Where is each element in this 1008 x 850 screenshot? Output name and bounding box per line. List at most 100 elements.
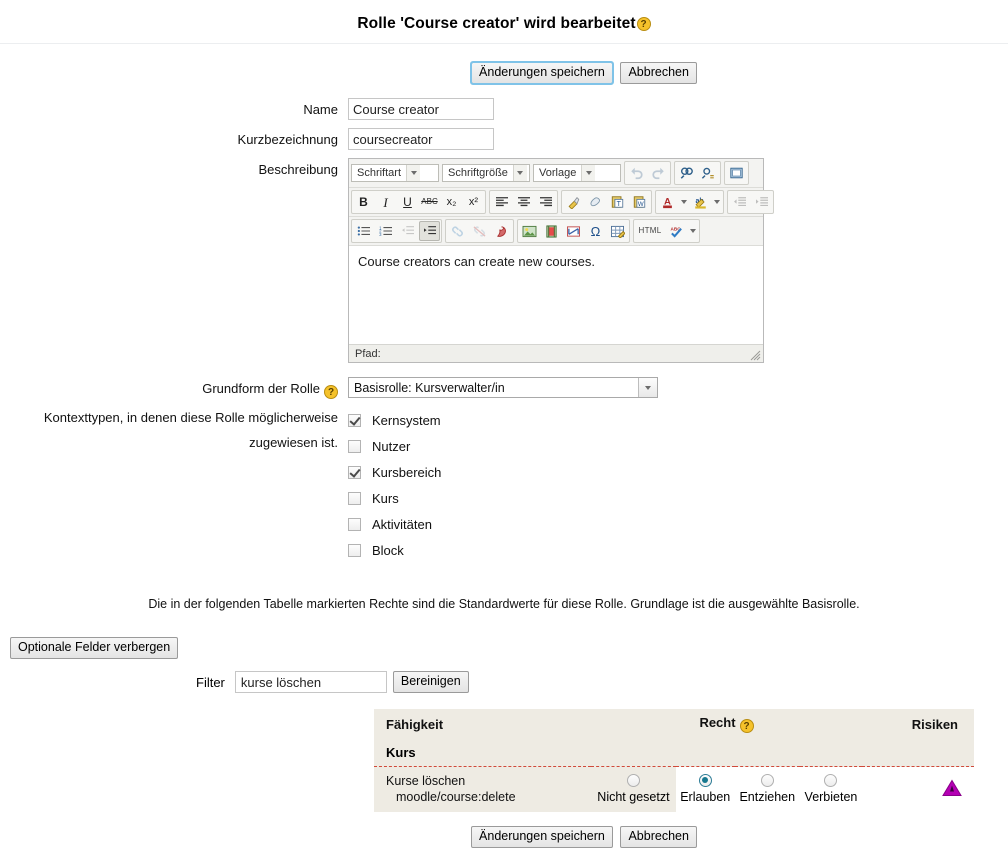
capability-name: Kurse löschen <box>386 774 466 788</box>
context-checkbox-row[interactable]: Kernsystem <box>348 407 1008 433</box>
page-header: Rolle 'Course creator' wird bearbeitet? <box>0 0 1008 44</box>
cancel-button-bottom[interactable]: Abbrechen <box>620 826 697 848</box>
cleanup-icon[interactable] <box>563 192 584 212</box>
format-select[interactable]: Vorlage <box>533 164 621 182</box>
remove-format-icon[interactable] <box>585 192 606 212</box>
shortname-label: Kurzbezeichnung <box>237 132 338 147</box>
form-row-name: Name <box>0 98 1008 120</box>
permission-option-allow[interactable]: Erlauben <box>676 767 735 813</box>
radio-prevent[interactable] <box>760 773 774 787</box>
align-right-icon[interactable] <box>535 192 556 212</box>
resize-grip-icon[interactable] <box>749 349 761 361</box>
chevron-down-icon <box>512 165 527 181</box>
form-row-archetype: Grundform der Rolle? Basisrolle: Kursver… <box>0 377 1008 399</box>
fullscreen-icon[interactable] <box>726 163 747 183</box>
filter-input[interactable] <box>234 671 387 693</box>
subscript-icon[interactable]: x₂ <box>441 192 462 212</box>
checkbox-aktivitaeten[interactable] <box>348 517 361 531</box>
name-label: Name <box>303 102 338 117</box>
context-checkbox-row[interactable]: Kursbereich <box>348 459 1008 485</box>
highlight-color-icon[interactable]: ab <box>690 192 711 212</box>
checkbox-kursbereich[interactable] <box>348 465 361 479</box>
font-family-select[interactable]: Schriftart <box>351 164 439 182</box>
unlink-icon[interactable] <box>469 221 490 241</box>
italic-icon[interactable]: I <box>375 192 396 212</box>
context-checkbox-row[interactable]: Aktivitäten <box>348 511 1008 537</box>
filter-row: Filter Bereinigen <box>0 671 1008 693</box>
text-style-group: B I U ABC x₂ x² <box>351 190 486 214</box>
paste-text-icon[interactable]: T <box>607 192 628 212</box>
align-left-icon[interactable] <box>491 192 512 212</box>
media-icon[interactable] <box>541 221 562 241</box>
highlight-color-chevron-down-icon[interactable] <box>712 192 722 212</box>
save-changes-button-top[interactable]: Änderungen speichern <box>470 61 614 85</box>
archetype-select[interactable]: Basisrolle: Kursverwalter/in <box>348 377 658 398</box>
spellcheck-chevron-down-icon[interactable] <box>688 221 698 241</box>
font-size-select[interactable]: Schriftgröße <box>442 164 530 182</box>
radio-label-allow: Erlauben <box>680 789 731 804</box>
permission-option-not-set[interactable]: Nicht gesetzt <box>591 766 676 812</box>
name-input[interactable] <box>348 98 494 120</box>
outdent-list-icon[interactable] <box>397 221 418 241</box>
hide-optional-fields-button[interactable]: Optionale Felder verbergen <box>10 637 179 659</box>
radio-prohibit[interactable] <box>824 773 838 787</box>
indent-icon[interactable] <box>751 192 772 212</box>
contexts-label-line1: Kontexttypen, in denen diese Rolle mögli… <box>43 410 338 425</box>
radio-allow[interactable] <box>698 773 712 787</box>
role-form: Name Kurzbezeichnung Beschreibung Schrif… <box>0 98 1008 563</box>
image-icon[interactable] <box>519 221 540 241</box>
permission-help-icon[interactable]: ? <box>739 719 754 733</box>
font-color-icon[interactable]: A <box>657 192 678 212</box>
numbered-list-icon[interactable]: 123 <box>375 221 396 241</box>
editor-toolbar-row-1: Schriftart Schriftgröße Vorlage <box>349 159 763 188</box>
anchor-icon[interactable] <box>491 221 512 241</box>
form-row-contexts: Kontexttypen, in denen diese Rolle mögli… <box>0 407 1008 563</box>
align-center-icon[interactable] <box>513 192 534 212</box>
underline-icon[interactable]: U <box>397 192 418 212</box>
outdent-icon[interactable] <box>729 192 750 212</box>
color-group: A ab <box>655 190 724 214</box>
checkbox-nutzer[interactable] <box>348 439 361 453</box>
context-checkbox-row[interactable]: Kurs <box>348 485 1008 511</box>
omega-icon[interactable]: Ω <box>585 221 606 241</box>
context-checkbox-row[interactable]: Block <box>348 537 1008 563</box>
cancel-button-top[interactable]: Abbrechen <box>620 62 697 84</box>
redo-icon[interactable] <box>648 163 669 183</box>
checkbox-kurs[interactable] <box>348 491 361 505</box>
risk-warning-triangle-icon[interactable] <box>942 779 962 797</box>
bullet-list-icon[interactable] <box>353 221 374 241</box>
clear-filter-button[interactable]: Bereinigen <box>392 671 469 693</box>
superscript-icon[interactable]: x² <box>463 192 484 212</box>
table-icon[interactable] <box>607 221 628 241</box>
page-title-help-icon[interactable]: ? <box>636 17 651 31</box>
find-replace-icon[interactable] <box>698 163 719 183</box>
font-color-chevron-down-icon[interactable] <box>679 192 689 212</box>
shortname-input[interactable] <box>348 128 494 150</box>
archetype-help-icon[interactable]: ? <box>324 385 338 399</box>
save-changes-button-bottom[interactable]: Änderungen speichern <box>471 826 613 848</box>
paste-word-icon[interactable]: W <box>629 192 650 212</box>
bottom-button-bar: Änderungen speichern Abbrechen <box>0 826 1008 848</box>
column-header-capability: Fähigkeit <box>374 709 591 740</box>
html-source-icon[interactable]: HTML <box>635 221 665 241</box>
description-textarea[interactable]: Course creators can create new courses. <box>349 246 763 345</box>
link-icon[interactable] <box>447 221 468 241</box>
checkbox-block[interactable] <box>348 543 361 557</box>
context-checkbox-row[interactable]: Nutzer <box>348 433 1008 459</box>
search-icon[interactable] <box>676 163 697 183</box>
checkbox-kernsystem[interactable] <box>348 413 361 427</box>
nonbreaking-icon[interactable] <box>563 221 584 241</box>
history-button-group <box>624 161 671 185</box>
undo-icon[interactable] <box>626 163 647 183</box>
bold-icon[interactable]: B <box>353 192 374 212</box>
editor-path-bar: Pfad: <box>349 345 763 362</box>
indent-list-icon[interactable] <box>419 221 440 241</box>
risk-cell <box>862 767 974 813</box>
permission-option-prevent[interactable]: Entziehen <box>735 767 800 813</box>
permission-option-prohibit[interactable]: Verbieten <box>800 767 862 813</box>
radio-not-set[interactable] <box>626 773 640 787</box>
spellcheck-icon[interactable]: ABC <box>666 221 687 241</box>
archetype-selected-value: Basisrolle: Kursverwalter/in <box>354 381 505 395</box>
capability-group-name: Kurs <box>374 740 974 767</box>
strikethrough-icon[interactable]: ABC <box>419 192 440 212</box>
